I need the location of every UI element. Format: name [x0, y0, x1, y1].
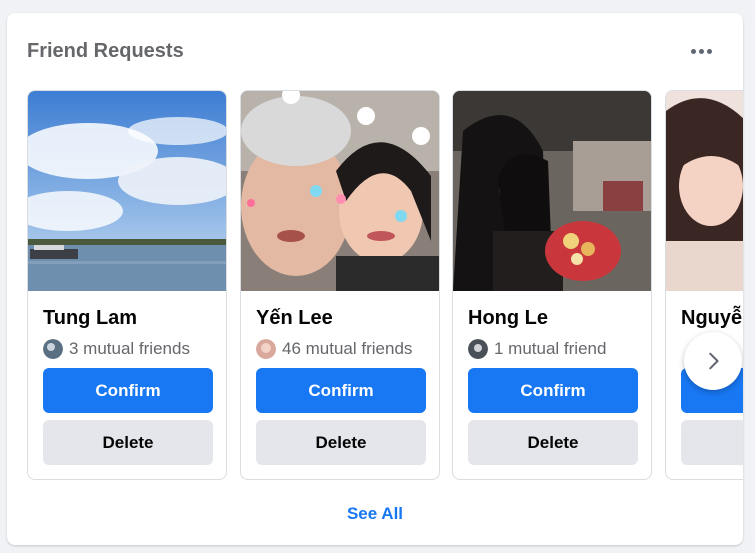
- profile-photo[interactable]: [28, 91, 226, 291]
- mutual-friends[interactable]: 3 mutual friends: [43, 339, 190, 359]
- more-dot: [706, 48, 712, 54]
- delete-button[interactable]: Delete: [468, 420, 638, 465]
- mutual-friends[interactable]: 1 mutual friend: [468, 339, 606, 359]
- requester-name[interactable]: Yến Lee: [256, 307, 333, 330]
- mutual-friends-label: 46 mutual friends: [282, 339, 413, 358]
- profile-photo[interactable]: [453, 91, 651, 291]
- friend-request-card: Tung Lam 3 mutual friends Confirm Delete: [27, 90, 227, 480]
- requester-name[interactable]: Tung Lam: [43, 307, 137, 330]
- friend-request-card: Nguyễ C D: [665, 90, 743, 480]
- friend-request-card: Hong Le 1 mutual friend Confirm Delete: [452, 90, 652, 480]
- profile-photo[interactable]: [241, 91, 439, 291]
- see-all-link[interactable]: See All: [7, 504, 743, 524]
- mutual-friend-avatar: [43, 339, 63, 359]
- confirm-button[interactable]: Confirm: [256, 368, 426, 413]
- friend-requests-panel: Friend Requests Tung Lam 3 mutual friend…: [7, 13, 743, 545]
- delete-button[interactable]: Delete: [43, 420, 213, 465]
- carousel-next-button[interactable]: [684, 332, 742, 390]
- delete-button[interactable]: Delete: [256, 420, 426, 465]
- requester-name[interactable]: Nguyễ: [681, 307, 742, 330]
- mutual-friends-label: 1 mutual friend: [494, 339, 607, 358]
- panel-title: Friend Requests: [27, 40, 184, 62]
- friend-request-carousel: Tung Lam 3 mutual friends Confirm Delete: [27, 90, 743, 482]
- more-dot: [698, 48, 704, 54]
- mutual-friends[interactable]: 46 mutual friends: [256, 339, 412, 359]
- mutual-friend-avatar: [468, 339, 488, 359]
- chevron-right-icon: [709, 352, 719, 370]
- delete-button[interactable]: D: [681, 420, 743, 465]
- friend-request-card: Yến Lee 46 mutual friends Confirm Delete: [240, 90, 440, 480]
- more-options-button[interactable]: [682, 37, 720, 65]
- requester-name[interactable]: Hong Le: [468, 307, 548, 330]
- confirm-button[interactable]: Confirm: [468, 368, 638, 413]
- mutual-friend-avatar: [256, 339, 276, 359]
- profile-photo[interactable]: [666, 91, 743, 291]
- mutual-friends-label: 3 mutual friends: [69, 339, 190, 358]
- confirm-button[interactable]: Confirm: [43, 368, 213, 413]
- more-horizontal-icon: [690, 48, 696, 54]
